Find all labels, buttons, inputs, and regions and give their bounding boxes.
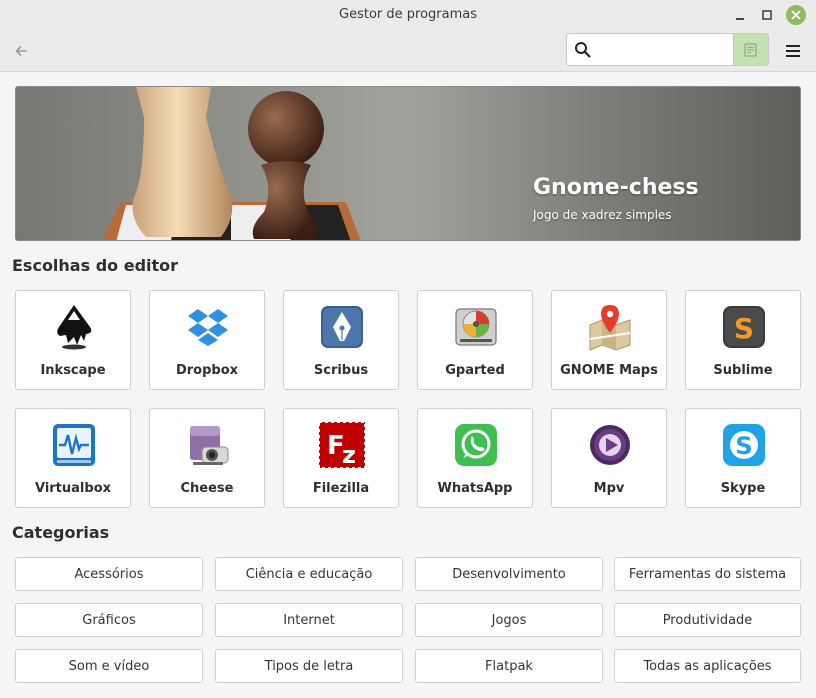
skype-icon: S bbox=[723, 424, 765, 466]
app-name: Scribus bbox=[313, 363, 369, 378]
close-button[interactable] bbox=[786, 5, 806, 25]
category-button[interactable]: Ciência e educação bbox=[215, 557, 403, 591]
app-tile-scribus[interactable]: Scribus bbox=[283, 290, 399, 390]
category-button[interactable]: Gráficos bbox=[15, 603, 203, 637]
app-tile-whatsapp[interactable]: WhatsApp bbox=[417, 408, 533, 508]
search-icon bbox=[575, 42, 591, 58]
app-name: Skype bbox=[720, 481, 766, 496]
category-button[interactable]: Tipos de letra bbox=[215, 649, 403, 683]
app-tile-mpv[interactable]: Mpv bbox=[551, 408, 667, 508]
banner-subtitle: Jogo de xadrez simples bbox=[533, 208, 672, 222]
cheese-icon bbox=[190, 426, 229, 465]
app-tile-sublime[interactable]: S Sublime bbox=[685, 290, 801, 390]
app-tile-skype[interactable]: S Skype bbox=[685, 408, 801, 508]
close-icon bbox=[791, 10, 801, 20]
svg-text:S: S bbox=[735, 432, 752, 460]
arrow-left-icon bbox=[15, 45, 27, 57]
search-in-summaries-toggle[interactable] bbox=[733, 34, 768, 65]
whatsapp-icon bbox=[455, 424, 497, 466]
app-tile-gnome-maps[interactable]: GNOME Maps bbox=[551, 290, 667, 390]
filezilla-icon: F z bbox=[318, 421, 366, 469]
minimize-button[interactable] bbox=[729, 4, 751, 26]
category-button[interactable]: Flatpak bbox=[415, 649, 603, 683]
app-name: Virtualbox bbox=[34, 481, 112, 496]
app-name: Dropbox bbox=[175, 363, 239, 378]
minimize-icon bbox=[736, 18, 744, 20]
app-name: Mpv bbox=[593, 481, 625, 496]
virtualbox-icon bbox=[53, 424, 95, 466]
hamburger-menu-icon bbox=[786, 45, 800, 57]
svg-text:z: z bbox=[342, 441, 356, 469]
search-box bbox=[566, 33, 769, 66]
app-name: Inkscape bbox=[40, 363, 106, 378]
app-tile-inkscape[interactable]: Inkscape bbox=[15, 290, 131, 390]
title-bar: Gestor de programas bbox=[0, 0, 816, 30]
category-button[interactable]: Ferramentas do sistema bbox=[614, 557, 801, 591]
scribus-icon bbox=[321, 306, 363, 348]
app-tile-virtualbox[interactable]: Virtualbox bbox=[15, 408, 131, 508]
svg-text:S: S bbox=[734, 312, 754, 345]
window-title: Gestor de programas bbox=[339, 7, 477, 22]
app-name: WhatsApp bbox=[437, 481, 513, 496]
inkscape-icon bbox=[57, 305, 92, 350]
app-name: Gparted bbox=[445, 363, 505, 378]
search-input[interactable] bbox=[597, 34, 733, 65]
maximize-icon bbox=[762, 10, 772, 20]
mpv-icon bbox=[590, 425, 630, 465]
banner-title: Gnome-chess bbox=[533, 175, 699, 200]
app-name: Filezilla bbox=[312, 481, 370, 496]
maximize-button[interactable] bbox=[756, 4, 778, 26]
category-button[interactable]: Som e vídeo bbox=[15, 649, 203, 683]
gparted-icon bbox=[455, 308, 497, 346]
categories-heading: Categorias bbox=[12, 523, 110, 542]
category-button[interactable]: Internet bbox=[215, 603, 403, 637]
category-button[interactable]: Desenvolvimento bbox=[415, 557, 603, 591]
category-button[interactable]: Todas as aplicações bbox=[614, 649, 801, 683]
featured-banner[interactable]: Gnome-chess Jogo de xadrez simples bbox=[15, 86, 801, 241]
app-name: GNOME Maps bbox=[560, 363, 658, 378]
category-button[interactable]: Jogos bbox=[415, 603, 603, 637]
dropbox-icon bbox=[188, 309, 228, 346]
app-tile-filezilla[interactable]: F z Filezilla bbox=[283, 408, 399, 508]
gnome-maps-icon bbox=[589, 305, 631, 351]
toolbar bbox=[0, 30, 816, 72]
app-tile-dropbox[interactable]: Dropbox bbox=[149, 290, 265, 390]
app-name: Sublime bbox=[713, 363, 773, 378]
chess-pieces-illustration bbox=[102, 87, 361, 240]
app-tile-cheese[interactable]: Cheese bbox=[149, 408, 265, 508]
document-search-icon bbox=[744, 42, 757, 57]
sublime-icon: S bbox=[723, 306, 765, 348]
app-tile-gparted[interactable]: Gparted bbox=[417, 290, 533, 390]
main-menu-button[interactable] bbox=[781, 39, 805, 63]
back-button[interactable] bbox=[10, 39, 34, 63]
editor-picks-heading: Escolhas do editor bbox=[12, 256, 179, 275]
app-name: Cheese bbox=[180, 481, 234, 496]
category-button[interactable]: Acessórios bbox=[15, 557, 203, 591]
category-button[interactable]: Produtividade bbox=[614, 603, 801, 637]
